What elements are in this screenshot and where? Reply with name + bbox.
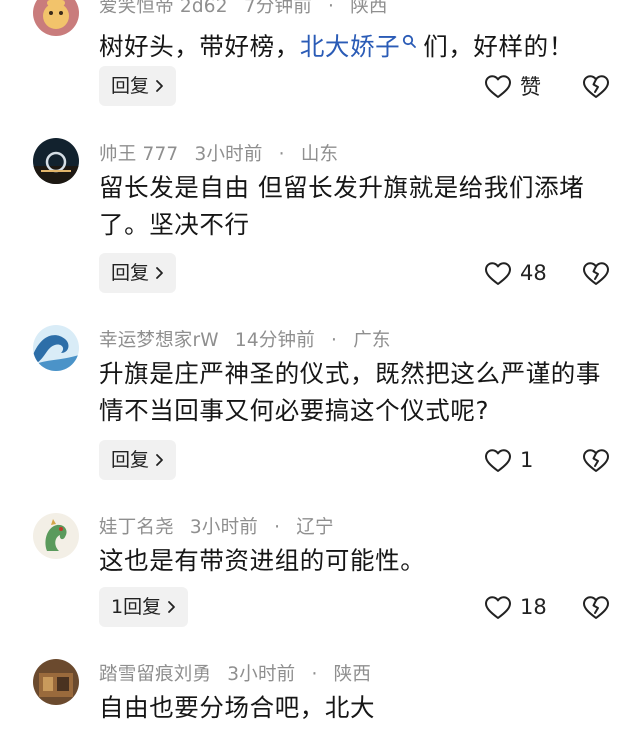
comment-page: { "comments": [ { "user": "爱笑恒帝 2d62", "… (0, 0, 640, 740)
avatar-image (33, 659, 79, 705)
comment-item: 踏雪留痕刘勇 3小时前 · 陕西 自由也要分场合吧，北大 (0, 0, 640, 740)
user-avatar[interactable] (33, 659, 79, 705)
timestamp: 3小时前 (227, 664, 296, 685)
meta-separator: · (311, 664, 318, 685)
location: 陕西 (333, 664, 372, 685)
username[interactable]: 踏雪留痕刘勇 (99, 664, 211, 685)
comment-meta: 踏雪留痕刘勇 3小时前 · 陕西 (99, 660, 381, 686)
comment-text: 自由也要分场合吧，北大 (99, 693, 376, 722)
